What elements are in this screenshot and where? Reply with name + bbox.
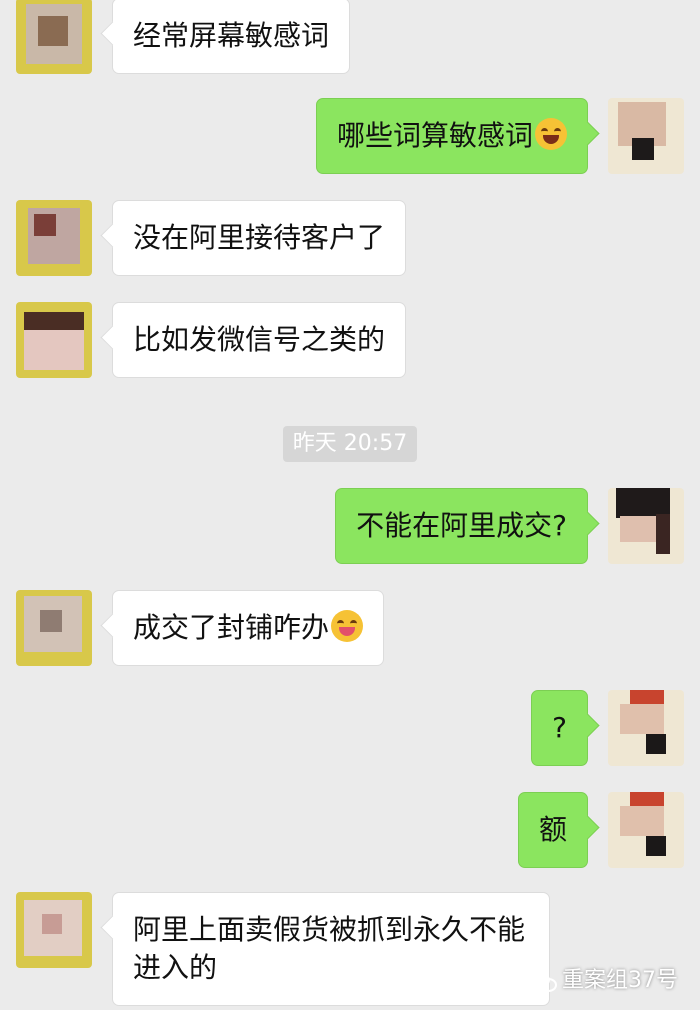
message-text: 额: [538, 813, 567, 846]
user-avatar[interactable]: [608, 488, 684, 564]
user-avatar[interactable]: [608, 98, 684, 174]
message-text: 没在阿里接待客户了: [133, 221, 386, 254]
message-bubble[interactable]: 额: [517, 792, 588, 868]
message-text: 成交了封铺咋办: [133, 611, 330, 644]
message-text: 比如发微信号之类的: [133, 323, 386, 356]
message-bubble[interactable]: ?: [531, 690, 588, 766]
contact-avatar[interactable]: [16, 892, 92, 968]
message-bubble[interactable]: 阿里上面卖假货被抓到永久不能进入的: [112, 892, 550, 1006]
message-text: 不能在阿里成交?: [356, 509, 567, 542]
laughing-tears-emoji-icon: [535, 118, 567, 150]
watermark: 重案组37号: [530, 962, 678, 994]
user-avatar[interactable]: [608, 792, 684, 868]
watermark-text: 重案组37号: [562, 968, 678, 993]
message-text: 阿里上面卖假货被抓到永久不能进入的: [133, 913, 526, 984]
message-text: ?: [552, 711, 567, 744]
message-bubble[interactable]: 经常屏幕敏感词: [112, 0, 351, 74]
message-bubble[interactable]: 成交了封铺咋办: [112, 590, 385, 666]
message-bubble[interactable]: 没在阿里接待客户了: [112, 200, 407, 276]
message-bubble[interactable]: 不能在阿里成交?: [335, 488, 588, 564]
message-text: 经常屏幕敏感词: [133, 19, 330, 52]
wink-tongue-emoji-icon: [331, 610, 364, 642]
contact-avatar[interactable]: [16, 590, 92, 666]
contact-avatar[interactable]: [16, 0, 92, 74]
contact-avatar[interactable]: [16, 302, 92, 378]
message-bubble[interactable]: 比如发微信号之类的: [112, 302, 407, 378]
message-timestamp: 昨天 20:57: [283, 426, 417, 462]
contact-avatar[interactable]: [16, 200, 92, 276]
user-avatar[interactable]: [608, 690, 684, 766]
message-text: 哪些词算敏感词: [336, 119, 533, 152]
message-bubble[interactable]: 哪些词算敏感词: [315, 98, 588, 174]
wechat-icon: [530, 970, 557, 992]
